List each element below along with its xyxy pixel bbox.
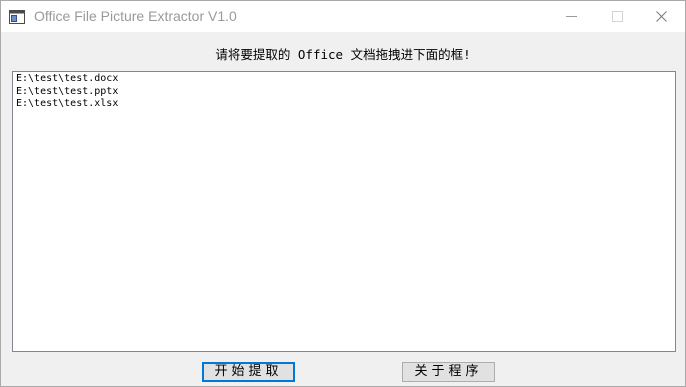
- maximize-button[interactable]: [595, 1, 641, 32]
- app-window-icon: [9, 9, 25, 24]
- close-icon: [656, 11, 667, 22]
- about-button[interactable]: 关于程序: [402, 362, 495, 382]
- file-list-item[interactable]: E:\test\test.pptx: [16, 86, 672, 99]
- drop-instruction-label: 请将要提取的 Office 文档拖拽进下面的框!: [215, 47, 471, 62]
- app-window: Office File Picture Extractor V1.0 请将要提取…: [0, 0, 686, 387]
- file-drop-list[interactable]: E:\test\test.docx E:\test\test.pptx E:\t…: [12, 71, 676, 352]
- maximize-icon: [612, 11, 623, 22]
- title-bar[interactable]: Office File Picture Extractor V1.0: [1, 1, 685, 32]
- file-list-item[interactable]: E:\test\test.xlsx: [16, 98, 672, 111]
- minimize-button[interactable]: [549, 1, 595, 32]
- window-title: Office File Picture Extractor V1.0: [34, 8, 237, 24]
- minimize-icon: [566, 16, 577, 17]
- start-extract-button[interactable]: 开始提取: [202, 362, 295, 382]
- file-list-item[interactable]: E:\test\test.docx: [16, 73, 672, 86]
- close-button[interactable]: [639, 1, 685, 32]
